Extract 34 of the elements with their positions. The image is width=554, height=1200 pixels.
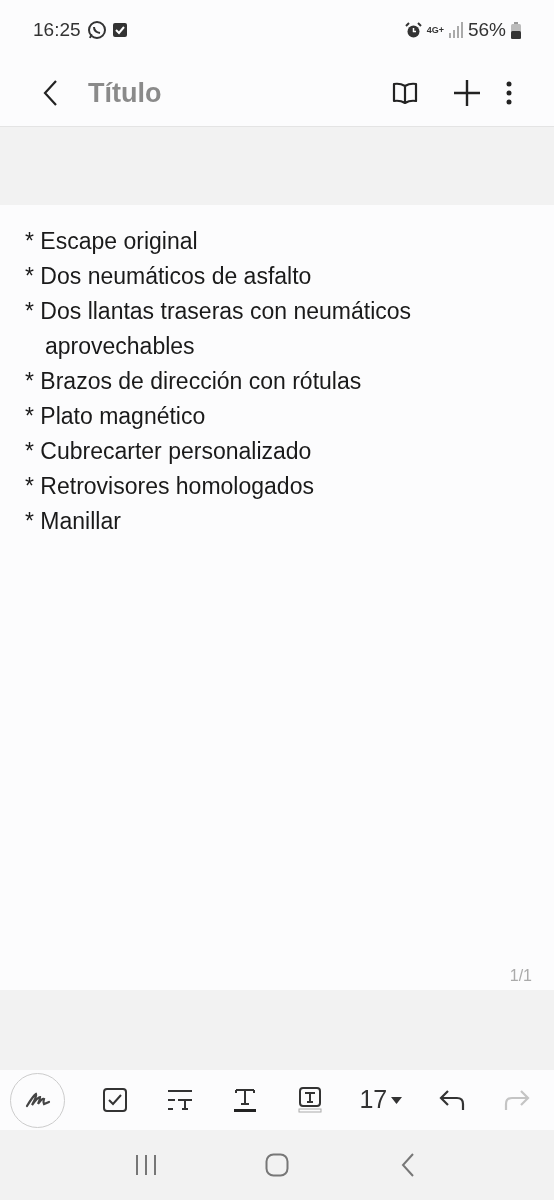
checkbox-icon (102, 1088, 127, 1112)
network-type: 4G+ (426, 25, 444, 35)
back-icon (42, 79, 58, 107)
dropdown-caret-icon (391, 1096, 403, 1104)
checkbox-notification-icon (112, 23, 127, 37)
battery-percent: 56% (467, 17, 506, 42)
note-line: * Escape original (25, 227, 199, 256)
alarm-icon (404, 21, 422, 39)
more-icon (506, 81, 512, 105)
text-highlight-icon (297, 1087, 322, 1113)
note-line: * Retrovisores homologados (25, 472, 315, 501)
page-indicator: 1/1 (509, 966, 532, 986)
undo-icon (439, 1089, 466, 1111)
recent-apps-icon (134, 1154, 157, 1176)
chat-app-icon (86, 20, 107, 40)
note-line: * Dos neumáticos de asfalto (25, 262, 313, 291)
note-line: * Manillar (25, 507, 122, 536)
home-icon (265, 1153, 289, 1177)
text-color-icon (232, 1087, 257, 1113)
add-button[interactable] (452, 78, 482, 108)
plus-icon (453, 79, 481, 107)
book-icon (392, 81, 418, 105)
note-line: * Cubrecarter personalizado (25, 437, 313, 466)
note-line: * Dos llantas traseras con neumáticos aprovechables (25, 297, 413, 361)
text-style-icon (166, 1089, 193, 1111)
note-line: * Brazos de dirección con rótulas (25, 367, 363, 396)
battery-icon (511, 21, 521, 39)
note-line: * Plato magnético (25, 402, 207, 431)
handwriting-icon (24, 1092, 51, 1108)
status-time: 16:25 (33, 17, 81, 42)
redo-icon (503, 1089, 530, 1111)
back-icon (401, 1153, 416, 1177)
signal-icon (448, 22, 463, 38)
font-size-dropdown[interactable]: 17 (359, 1081, 403, 1119)
